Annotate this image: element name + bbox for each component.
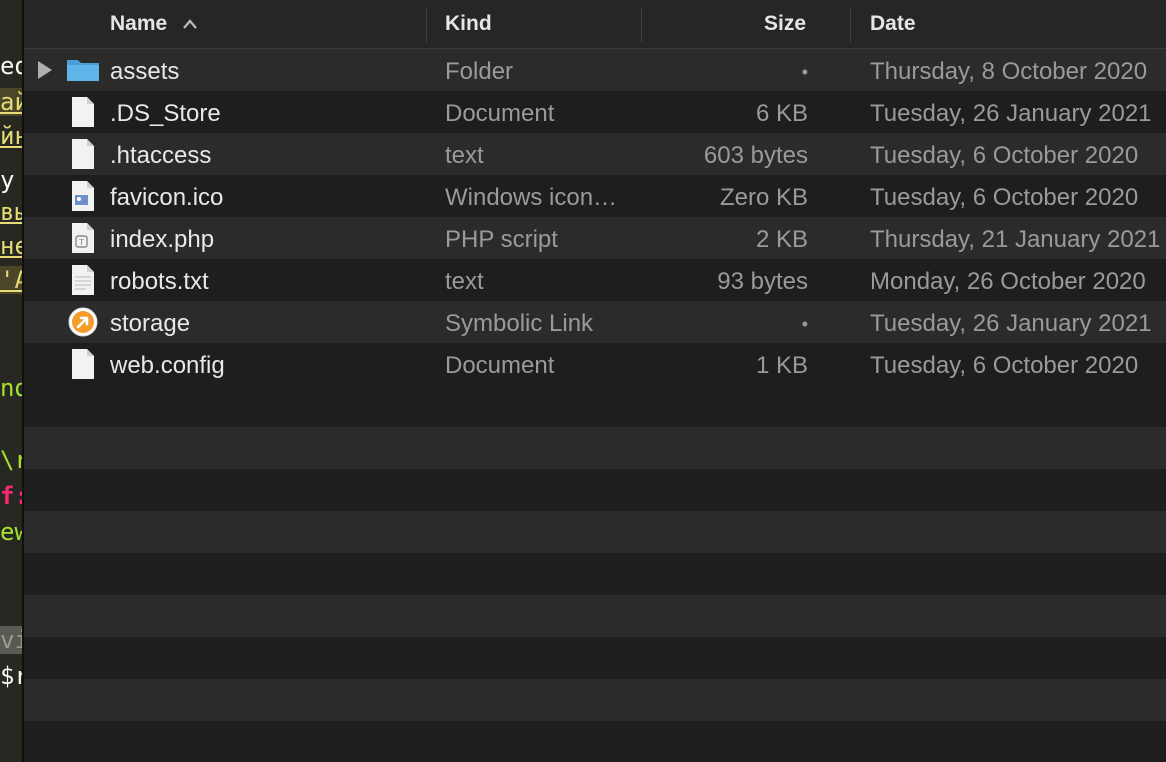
file-row[interactable]: robots.txt text 93 bytes Monday, 26 Octo… bbox=[24, 259, 1166, 301]
file-name: .DS_Store bbox=[110, 100, 221, 127]
file-date: Tuesday, 6 October 2020 bbox=[870, 352, 1139, 379]
file-date: Monday, 26 October 2020 bbox=[870, 268, 1146, 295]
code-editor-strip: ed ай йн у вы не 'А nd \r f: ew vie $r bbox=[0, 0, 22, 762]
file-date: Tuesday, 26 January 2021 bbox=[870, 310, 1152, 337]
document-icon bbox=[72, 97, 94, 127]
file-kind: PHP script bbox=[445, 226, 558, 253]
empty-list-row bbox=[24, 385, 1166, 427]
file-row[interactable]: .htaccess text 603 bytes Tuesday, 6 Octo… bbox=[24, 133, 1166, 175]
image-file-icon bbox=[72, 181, 94, 211]
file-name: storage bbox=[110, 310, 191, 337]
code-fragment: не bbox=[0, 232, 22, 260]
file-kind: text bbox=[445, 142, 484, 169]
column-header-kind[interactable]: Kind bbox=[445, 0, 492, 48]
file-kind: Symbolic Link bbox=[445, 310, 594, 337]
file-date: Tuesday, 6 October 2020 bbox=[870, 184, 1139, 211]
file-size: 2 KB bbox=[755, 226, 808, 253]
file-kind: text bbox=[445, 268, 484, 295]
file-size: • bbox=[801, 314, 808, 334]
file-size: 93 bytes bbox=[717, 268, 808, 295]
code-fragment: f: bbox=[0, 482, 22, 510]
file-date: Tuesday, 6 October 2020 bbox=[870, 142, 1139, 169]
code-fragment: $r bbox=[0, 662, 22, 690]
file-row[interactable]: T index.php PHP script 2 KB Thursday, 21… bbox=[24, 217, 1166, 259]
file-name: .htaccess bbox=[110, 142, 212, 169]
file-name: robots.txt bbox=[110, 268, 209, 295]
file-date: Thursday, 8 October 2020 bbox=[870, 58, 1148, 85]
document-icon bbox=[72, 139, 94, 169]
file-kind: Windows icon… bbox=[445, 184, 618, 211]
code-fragment: йн bbox=[0, 122, 22, 150]
svg-text:T: T bbox=[78, 238, 84, 247]
empty-list-row bbox=[24, 427, 1166, 469]
file-name: web.config bbox=[110, 352, 225, 379]
empty-list-row bbox=[24, 595, 1166, 637]
code-fragment: nd bbox=[0, 374, 22, 402]
code-fragment: vie bbox=[0, 626, 22, 654]
file-size: • bbox=[801, 62, 808, 82]
column-header-name[interactable]: Name bbox=[110, 0, 167, 48]
code-fragment: ай bbox=[0, 88, 22, 116]
file-row[interactable]: .DS_Store Document 6 KB Tuesday, 26 Janu… bbox=[24, 91, 1166, 133]
code-fragment: \r bbox=[0, 446, 22, 474]
empty-list-row bbox=[24, 469, 1166, 511]
sort-ascending-icon bbox=[182, 0, 198, 48]
symlink-icon bbox=[68, 307, 98, 337]
code-fragment: ed bbox=[0, 52, 22, 80]
empty-list-row bbox=[24, 721, 1166, 762]
file-date: Thursday, 21 January 2021 bbox=[870, 226, 1161, 253]
empty-list-row bbox=[24, 679, 1166, 721]
file-row[interactable]: storage Symbolic Link • Tuesday, 26 Janu… bbox=[24, 301, 1166, 343]
file-row[interactable]: assets Folder • Thursday, 8 October 2020 bbox=[24, 49, 1166, 91]
finder-list-view: Name Kind Size Date assets Folder • Thur… bbox=[24, 0, 1166, 762]
file-name: favicon.ico bbox=[110, 184, 224, 211]
column-header-bar: Name Kind Size Date bbox=[24, 0, 1166, 49]
column-resize-handle[interactable] bbox=[426, 8, 427, 42]
file-name: assets bbox=[110, 58, 180, 85]
disclosure-triangle-icon[interactable] bbox=[38, 61, 52, 79]
code-fragment: у bbox=[0, 166, 15, 194]
script-file-icon: T bbox=[72, 223, 94, 253]
code-fragment: ew bbox=[0, 518, 22, 546]
folder-icon bbox=[67, 60, 99, 81]
file-date: Tuesday, 26 January 2021 bbox=[870, 100, 1152, 127]
column-header-date[interactable]: Date bbox=[870, 0, 916, 48]
file-size: 1 KB bbox=[755, 352, 808, 379]
empty-list-row bbox=[24, 637, 1166, 679]
file-row[interactable]: favicon.ico Windows icon… Zero KB Tuesda… bbox=[24, 175, 1166, 217]
code-fragment: 'А bbox=[0, 266, 22, 294]
column-resize-handle[interactable] bbox=[641, 8, 642, 42]
document-icon bbox=[72, 349, 94, 379]
file-size: 603 bytes bbox=[703, 142, 808, 169]
text-file-icon bbox=[72, 265, 94, 295]
file-kind: Document bbox=[445, 352, 555, 379]
column-header-size[interactable]: Size bbox=[764, 0, 806, 48]
file-kind: Folder bbox=[445, 58, 514, 85]
file-row[interactable]: web.config Document 1 KB Tuesday, 6 Octo… bbox=[24, 343, 1166, 385]
empty-list-row bbox=[24, 553, 1166, 595]
empty-list-row bbox=[24, 511, 1166, 553]
file-kind: Document bbox=[445, 100, 555, 127]
code-fragment: вы bbox=[0, 198, 22, 226]
file-size: Zero KB bbox=[719, 184, 808, 211]
file-size: 6 KB bbox=[755, 100, 808, 127]
column-resize-handle[interactable] bbox=[850, 8, 851, 42]
file-name: index.php bbox=[110, 226, 215, 253]
